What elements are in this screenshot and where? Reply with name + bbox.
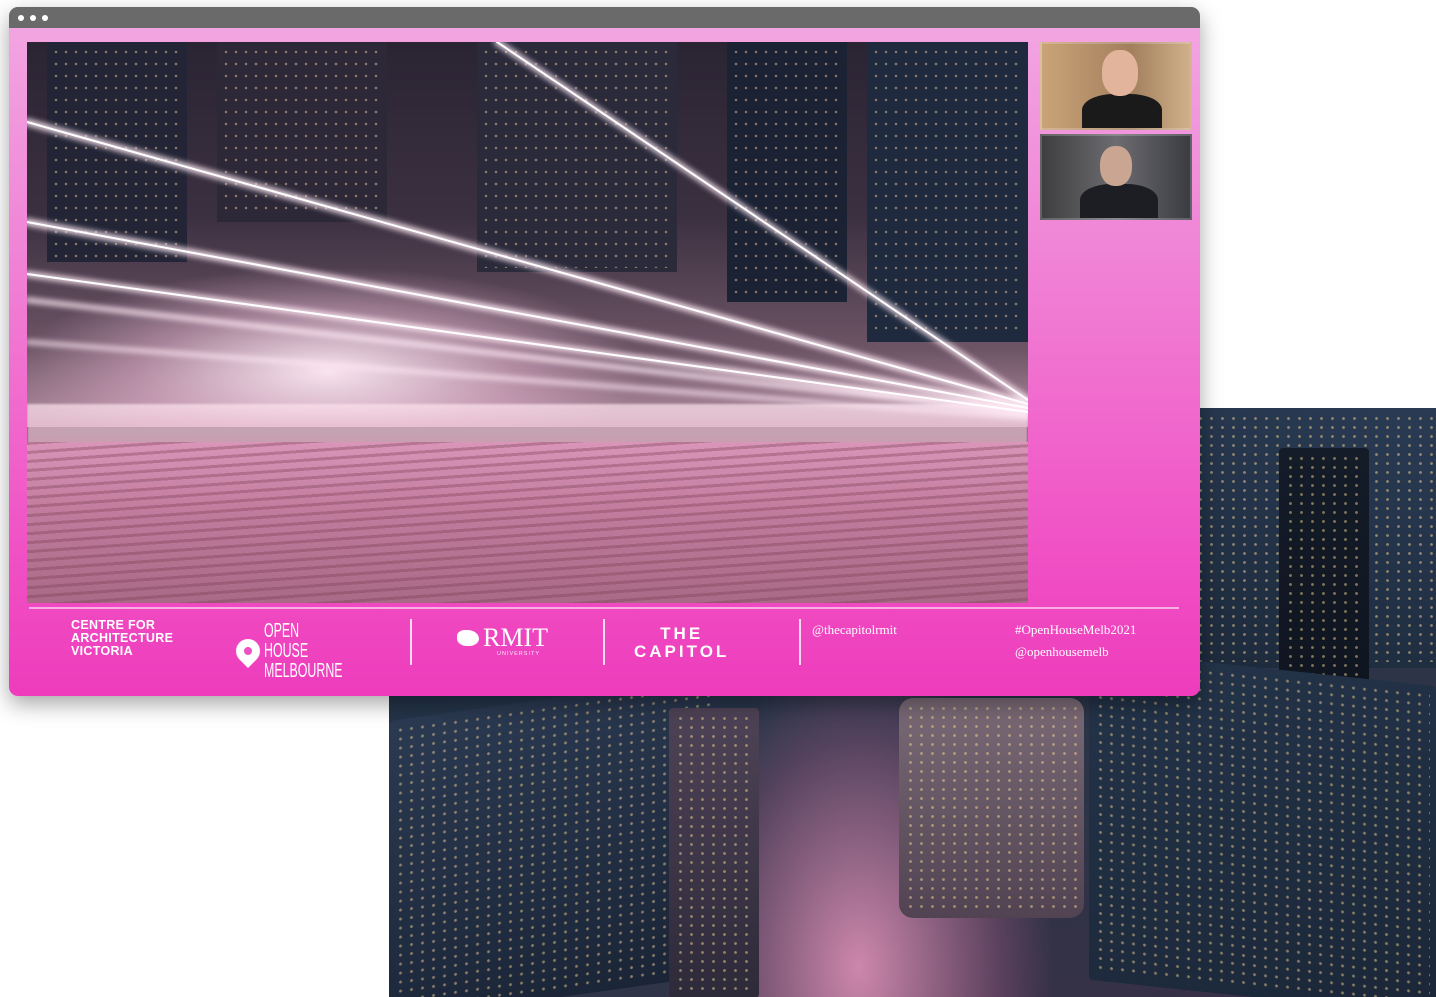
building	[867, 42, 1028, 342]
participant-head	[1102, 50, 1138, 96]
rmit-pixel-icon	[457, 630, 479, 646]
rmit-logo-row: RMIT	[457, 625, 548, 651]
open-house-melbourne-logo: OPEN HOUSE MELBOURNE	[231, 620, 344, 682]
tower	[1089, 649, 1436, 997]
presentation-stage	[27, 42, 1028, 603]
footer-separator	[410, 619, 412, 665]
rmit-subtitle: UNIVERSITY	[497, 651, 541, 657]
participant-video-1[interactable]	[1040, 42, 1192, 130]
window-control-dot[interactable]	[30, 14, 36, 21]
crop-field	[27, 442, 1028, 603]
rmit-name: RMIT	[483, 623, 548, 652]
rmit-logo: RMIT UNIVERSITY	[457, 625, 548, 657]
participant-head	[1100, 146, 1132, 186]
participant-torso	[1080, 184, 1158, 218]
window-control-dot[interactable]	[42, 14, 48, 21]
participant-video-2[interactable]	[1040, 134, 1192, 220]
building	[477, 42, 677, 272]
map-pin-icon	[231, 634, 265, 668]
video-call-window: CENTRE FOR ARCHITECTURE VICTORIA OPEN HO…	[9, 7, 1200, 696]
ohm-social-handle: @openhousemelb	[1015, 644, 1109, 659]
event-hashtag: #OpenHouseMelb2021	[1015, 622, 1137, 637]
participant-torso	[1082, 94, 1162, 128]
building	[727, 42, 847, 302]
the-capitol-logo: THE CAPITOL	[634, 624, 730, 661]
tower	[669, 708, 759, 997]
tower	[899, 698, 1084, 918]
ohm-logo-text: OPEN HOUSE MELBOURNE	[264, 620, 343, 682]
window-control-dot[interactable]	[18, 14, 24, 21]
building	[47, 42, 187, 262]
footer-divider	[29, 607, 1179, 609]
footer-separator	[603, 619, 605, 665]
tower	[1279, 448, 1369, 688]
footer-separator	[799, 619, 801, 665]
sponsor-footer: CENTRE FOR ARCHITECTURE VICTORIA OPEN HO…	[29, 607, 1179, 681]
window-titlebar	[9, 7, 1200, 28]
building	[217, 42, 387, 222]
cav-logo: CENTRE FOR ARCHITECTURE VICTORIA	[71, 618, 174, 658]
capitol-social-handle: @thecapitolrmit	[812, 622, 897, 637]
